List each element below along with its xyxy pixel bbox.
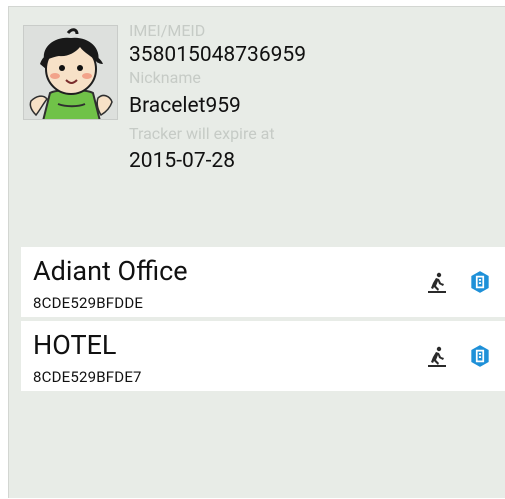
imei-label: IMEI/MEID — [129, 21, 206, 40]
location-row-hotel[interactable]: HOTEL 8CDE529BFDE7 — [21, 321, 505, 391]
location-name: HOTEL — [33, 329, 117, 361]
location-row-adiant-office[interactable]: Adiant Office 8CDE529BFDDE — [21, 247, 505, 317]
imei-value: 358015048736959 — [129, 43, 307, 67]
nickname-label: Nickname — [129, 68, 201, 87]
app-screen: IMEI/MEID 358015048736959 Nickname Brace… — [8, 6, 505, 498]
cartoon-boy-avatar-icon — [24, 26, 117, 119]
location-id: 8CDE529BFDDE — [33, 294, 144, 312]
device-info: IMEI/MEID 358015048736959 Nickname Brace… — [129, 21, 349, 173]
nickname-value: Bracelet959 — [129, 94, 241, 118]
hexagon-badge-icon[interactable] — [467, 269, 493, 295]
expire-label: Tracker will expire at — [129, 124, 275, 143]
expire-value: 2015-07-28 — [129, 149, 236, 173]
location-id: 8CDE529BFDE7 — [33, 368, 142, 386]
hexagon-badge-icon[interactable] — [467, 343, 493, 369]
walking-person-icon[interactable] — [425, 271, 449, 295]
walking-person-icon[interactable] — [425, 345, 449, 369]
location-list: Adiant Office 8CDE529BFDDE HOTEL 8CDE529… — [21, 247, 505, 395]
device-avatar[interactable] — [23, 25, 118, 120]
location-name: Adiant Office — [33, 255, 188, 287]
